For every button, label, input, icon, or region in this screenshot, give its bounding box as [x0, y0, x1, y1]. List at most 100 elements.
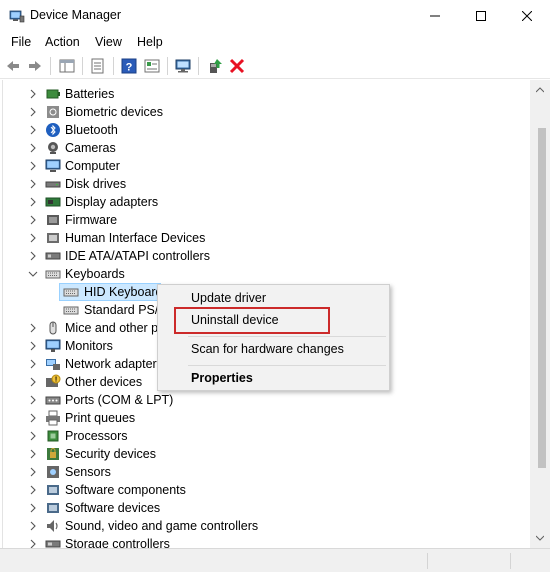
tree-item-keyboards[interactable]: Keyboards [0, 265, 530, 283]
ctx-separator [188, 336, 386, 337]
chevron-right-icon[interactable] [28, 503, 38, 513]
keyboard-icon [63, 288, 79, 297]
chevron-right-icon[interactable] [28, 413, 38, 423]
menu-file[interactable]: File [11, 35, 31, 49]
scroll-up-button[interactable] [530, 82, 550, 98]
tree-item-security-devices[interactable]: Security devices [0, 445, 530, 463]
tree-item-firmware[interactable]: Firmware [0, 211, 530, 229]
chevron-right-icon[interactable] [28, 395, 38, 405]
tree-item-software-devices[interactable]: Software devices [0, 499, 530, 517]
chevron-right-icon[interactable] [28, 197, 38, 207]
menu-action[interactable]: Action [45, 35, 80, 49]
tree-item-label: Cameras [65, 141, 116, 155]
minimize-button[interactable] [412, 0, 458, 31]
chevron-right-icon[interactable] [28, 467, 38, 477]
close-button[interactable] [504, 0, 550, 31]
tree-item-disk-drives[interactable]: Disk drives [0, 175, 530, 193]
battery-icon [46, 89, 60, 99]
tree-item-label: HID Keyboard [84, 285, 163, 299]
back-arrow-icon[interactable] [5, 58, 21, 74]
chevron-right-icon[interactable] [28, 161, 38, 171]
tree-item-print-queues[interactable]: Print queues [0, 409, 530, 427]
tree-item-sound-video-and-game-controllers[interactable]: Sound, video and game controllers [0, 517, 530, 535]
chevron-right-icon[interactable] [28, 521, 38, 531]
ctx-update-driver[interactable]: Update driver [158, 287, 389, 309]
tree-item-processors[interactable]: Processors [0, 427, 530, 445]
camera-icon [48, 142, 58, 154]
tree-item-label: Software devices [65, 501, 161, 515]
status-bar [0, 548, 550, 572]
tree-item-ports-com-lpt[interactable]: Ports (COM & LPT) [0, 391, 530, 409]
context-menu: Update driver Uninstall device Scan for … [157, 284, 390, 391]
tree-item-label: Human Interface Devices [65, 231, 206, 245]
tree-item-cameras[interactable]: Cameras [0, 139, 530, 157]
menu-view[interactable]: View [95, 35, 122, 49]
chevron-right-icon[interactable] [28, 107, 38, 117]
title-bar: Device Manager [0, 0, 550, 31]
update-driver-icon[interactable] [207, 58, 223, 74]
tree-item-sensors[interactable]: Sensors [0, 463, 530, 481]
view-icon[interactable] [144, 58, 160, 74]
display-adapter-icon [45, 197, 61, 207]
ide-controller-icon [45, 252, 61, 260]
tree-item-label: Disk drives [65, 177, 127, 191]
sound-icon [47, 520, 58, 532]
window-title: Device Manager [30, 8, 122, 22]
chevron-right-icon[interactable] [28, 323, 38, 333]
maximize-button[interactable] [458, 0, 504, 31]
scrollbar-thumb[interactable] [538, 128, 546, 468]
fingerprint-icon [47, 106, 59, 118]
tree-item-computer[interactable]: Computer [0, 157, 530, 175]
chevron-right-icon[interactable] [28, 233, 38, 243]
tree-item-ide-ata-atapi-controllers[interactable]: IDE ATA/ATAPI controllers [0, 247, 530, 265]
tree-item-bluetooth[interactable]: Bluetooth [0, 121, 530, 139]
chevron-right-icon[interactable] [28, 125, 38, 135]
storage-controller-icon [45, 540, 61, 548]
chevron-right-icon[interactable] [28, 179, 38, 189]
close-icon [522, 10, 532, 21]
sensor-icon [47, 466, 59, 478]
chevron-right-icon[interactable] [28, 431, 38, 441]
network-adapter-icon [46, 359, 60, 370]
software-device-icon [47, 503, 59, 513]
scan-hardware-icon[interactable] [175, 58, 191, 74]
chevron-right-icon[interactable] [28, 143, 38, 153]
chevron-right-icon[interactable] [28, 377, 38, 387]
scroll-down-button[interactable] [530, 530, 550, 546]
mouse-icon [49, 321, 57, 335]
chevron-right-icon[interactable] [28, 485, 38, 495]
uninstall-device-icon[interactable] [229, 58, 245, 74]
chevron-right-icon[interactable] [28, 539, 38, 548]
tree-item-label: IDE ATA/ATAPI controllers [65, 249, 210, 263]
tree-item-batteries[interactable]: Batteries [0, 85, 530, 103]
chevron-right-icon[interactable] [28, 251, 38, 261]
tree-item-label: Display adapters [65, 195, 159, 209]
tree-item-biometric-devices[interactable]: Biometric devices [0, 103, 530, 121]
menu-help[interactable]: Help [137, 35, 163, 49]
tree-item-label: Other devices [65, 375, 143, 389]
chevron-right-icon[interactable] [28, 449, 38, 459]
ctx-properties[interactable]: Properties [158, 367, 389, 389]
chevron-right-icon[interactable] [28, 215, 38, 225]
forward-arrow-icon[interactable] [27, 58, 43, 74]
ctx-scan-hardware[interactable]: Scan for hardware changes [158, 338, 389, 360]
properties-icon[interactable] [90, 58, 106, 74]
chevron-right-icon[interactable] [28, 89, 38, 99]
chevron-right-icon[interactable] [28, 341, 38, 351]
tree-item-storage-controllers[interactable]: Storage controllers [0, 535, 530, 548]
tree-item-label: Network adapters [65, 357, 163, 371]
tree-item-label: Ports (COM & LPT) [65, 393, 174, 407]
processor-icon [47, 430, 59, 442]
bluetooth-icon [46, 123, 60, 137]
tree-item-label: Print queues [65, 411, 136, 425]
chevron-down-icon[interactable] [28, 269, 38, 279]
show-hide-console-tree-icon[interactable] [59, 58, 75, 74]
help-icon[interactable]: ? [121, 58, 137, 74]
tree-item-display-adapters[interactable]: Display adapters [0, 193, 530, 211]
tree-item-human-interface-devices[interactable]: Human Interface Devices [0, 229, 530, 247]
ctx-update-driver-label: Update driver [191, 291, 267, 305]
ctx-properties-label: Properties [191, 371, 253, 385]
chevron-right-icon[interactable] [28, 359, 38, 369]
tree-item-label: Software components [65, 483, 186, 497]
tree-item-software-components[interactable]: Software components [0, 481, 530, 499]
